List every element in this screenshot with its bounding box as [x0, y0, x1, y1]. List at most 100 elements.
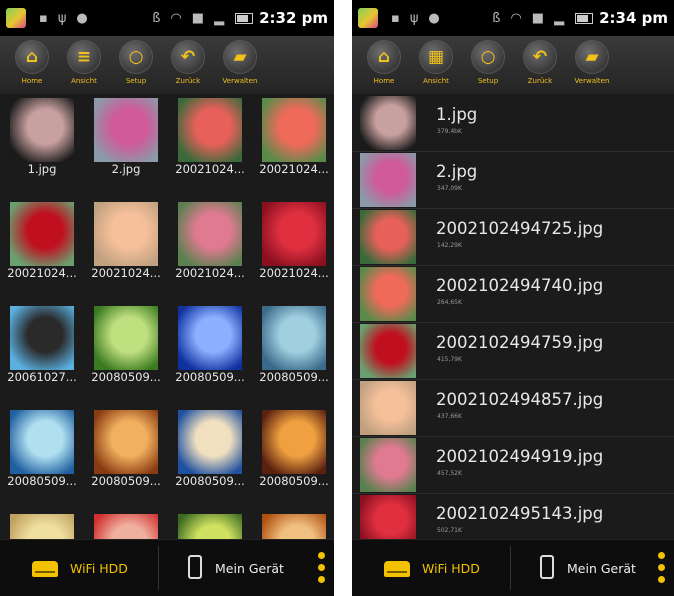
file-name: 20080509... [7, 474, 77, 488]
image-thumbnail [360, 438, 416, 492]
home-icon: ⌂ [367, 40, 401, 74]
grid-item[interactable]: 20080509... [0, 406, 84, 510]
grid-item[interactable] [0, 510, 84, 540]
file-name: 2002102494857.jpg [436, 390, 604, 409]
tab-my-device[interactable]: Mein Gerät [160, 540, 310, 596]
grid-item[interactable]: 20021024... [168, 94, 252, 198]
file-name: 20021024... [175, 266, 245, 280]
grid-item[interactable]: 20080509... [252, 406, 334, 510]
list-item[interactable]: 2002102495143.jpg 502,71K [352, 493, 674, 540]
image-thumbnail [178, 202, 242, 266]
file-size: 415,79K [437, 356, 462, 363]
overflow-menu-icon[interactable] [658, 552, 666, 586]
status-bar: ▪ ψ ● ß ◠ ■ ▂ 2:34 pm [352, 0, 674, 36]
battery-icon [235, 12, 254, 24]
grid-item[interactable]: 20021024... [0, 198, 84, 302]
phone-grid-view: ▪ ψ ● ß ◠ ■ ▂ 2:32 pm ⌂ Home ≡ Ansicht ○… [0, 0, 334, 596]
image-thumbnail [10, 98, 74, 162]
toolbar-label: Ansicht [423, 77, 449, 85]
bluetooth-icon: ß [152, 10, 161, 26]
file-grid[interactable]: 1.jpg 2.jpg 20021024... 20021024... 20021024… [0, 94, 334, 540]
grid-item[interactable] [84, 510, 168, 540]
file-name: 1.jpg [436, 105, 478, 124]
file-name: 20021024... [7, 266, 77, 280]
grid-item[interactable]: 20080509... [84, 406, 168, 510]
grid-item[interactable]: 20061027... [0, 302, 84, 406]
tab-wifi-hdd[interactable]: WiFi HDD [352, 540, 510, 596]
toolbar-label: Zurück [175, 77, 201, 85]
toolbar-button-setup[interactable]: ○ Setup [462, 36, 514, 94]
toolbar-button-zurueck[interactable]: ↶ Zurück [162, 36, 214, 94]
list-item[interactable]: 1.jpg 379,4bK [352, 94, 674, 152]
toolbar-button-verwalten[interactable]: ▰ Verwalten [566, 36, 618, 94]
image-thumbnail [360, 495, 416, 540]
toolbar-button-home[interactable]: ⌂ Home [358, 36, 410, 94]
android-icon: ● [76, 10, 88, 26]
file-name: 20021024... [91, 266, 161, 280]
list-item[interactable]: 2002102494740.jpg 264,65K [352, 265, 674, 323]
toolbar-button-zurueck[interactable]: ↶ Zurück [514, 36, 566, 94]
overflow-menu-icon[interactable] [318, 552, 326, 586]
phone-icon [540, 555, 554, 579]
tab-wifi-hdd[interactable]: WiFi HDD [0, 540, 158, 596]
image-thumbnail [262, 202, 326, 266]
toolbar-label: Home [373, 77, 395, 85]
list-item[interactable]: 2.jpg 347,09K [352, 151, 674, 209]
notification-icon: ▪ [39, 10, 48, 26]
toolbar-label: Setup [125, 77, 147, 85]
image-thumbnail [262, 306, 326, 370]
wifi-icon: ◠ [170, 10, 182, 26]
file-name: 20080509... [175, 474, 245, 488]
tab-divider [510, 546, 511, 590]
notification-icon: ▪ [391, 10, 400, 26]
image-thumbnail [10, 410, 74, 474]
tab-my-device[interactable]: Mein Gerät [512, 540, 662, 596]
grid-item[interactable]: 20080509... [168, 406, 252, 510]
app-icon [6, 8, 26, 28]
image-thumbnail [262, 514, 326, 540]
file-list[interactable]: 1.jpg 379,4bK 2.jpg 347,09K 2002102494725.jp… [352, 94, 674, 540]
grid-item[interactable]: 20080509... [252, 302, 334, 406]
signal-icon: ▂ [554, 10, 565, 26]
list-item[interactable]: 2002102494759.jpg 415,79K [352, 322, 674, 380]
toolbar-label: Home [21, 77, 43, 85]
file-name: 2002102494919.jpg [436, 447, 604, 466]
image-thumbnail [360, 153, 416, 207]
grid-item[interactable] [168, 510, 252, 540]
image-thumbnail [178, 306, 242, 370]
image-thumbnail [262, 410, 326, 474]
grid-item[interactable] [252, 510, 334, 540]
image-thumbnail [10, 306, 74, 370]
grid-item[interactable]: 20021024... [168, 198, 252, 302]
clock: 2:34 pm [599, 9, 668, 27]
image-thumbnail [360, 96, 416, 150]
setup-icon: ○ [471, 40, 505, 74]
file-name: 20080509... [91, 370, 161, 384]
toolbar: ⌂ Home ≡ Ansicht ○ Setup ↶ Zurück ▰ Verw… [0, 36, 334, 94]
grid-item[interactable]: 20021024... [252, 198, 334, 302]
grid-item[interactable]: 20021024... [84, 198, 168, 302]
flag-icon: ■ [191, 10, 205, 26]
toolbar-button-home[interactable]: ⌂ Home [6, 36, 58, 94]
file-name: 20080509... [175, 370, 245, 384]
file-name: 20061027... [7, 370, 77, 384]
grid-item[interactable]: 2.jpg [84, 94, 168, 198]
toolbar-button-ansicht[interactable]: ▦ Ansicht [410, 36, 462, 94]
file-size: 379,4bK [437, 128, 462, 135]
grid-item[interactable]: 20080509... [84, 302, 168, 406]
grid-item[interactable]: 1.jpg [0, 94, 84, 198]
list-item[interactable]: 2002102494919.jpg 457,52K [352, 436, 674, 494]
bottom-bar: WiFi HDD Mein Gerät [0, 539, 334, 596]
toolbar-button-ansicht[interactable]: ≡ Ansicht [58, 36, 110, 94]
grid-item[interactable]: 20080509... [168, 302, 252, 406]
toolbar-button-setup[interactable]: ○ Setup [110, 36, 162, 94]
list-item[interactable]: 2002102494857.jpg 437,66K [352, 379, 674, 437]
file-name: 20080509... [91, 474, 161, 488]
list-item[interactable]: 2002102494725.jpg 142,29K [352, 208, 674, 266]
toolbar-button-verwalten[interactable]: ▰ Verwalten [214, 36, 266, 94]
back-icon: ↶ [523, 40, 557, 74]
image-thumbnail [178, 98, 242, 162]
image-thumbnail [360, 210, 416, 264]
folder-icon: ▰ [223, 40, 257, 74]
grid-item[interactable]: 20021024... [252, 94, 334, 198]
